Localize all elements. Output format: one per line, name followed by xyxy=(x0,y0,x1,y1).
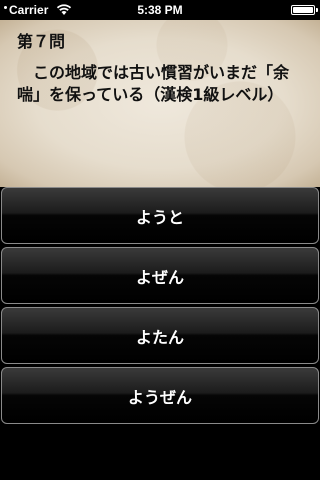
question-panel: 第７問 この地域では古い慣習がいまだ「余喘」を保っている（漢検1級レベル） xyxy=(0,20,320,187)
status-time: 5:38 PM xyxy=(137,3,183,17)
status-bar: Carrier 5:38 PM xyxy=(0,0,320,20)
battery-fill xyxy=(293,7,313,13)
answer-button-2[interactable]: よぜん xyxy=(1,247,319,304)
question-number: 第７問 xyxy=(17,32,66,51)
answer-button-4[interactable]: ようぜん xyxy=(1,367,319,424)
question-text: この地域では古い慣習がいまだ「余喘」を保っている（漢検1級レベル） xyxy=(17,63,290,104)
quiz-screen: Carrier 5:38 PM 第７問 この地域では古い慣習がいまだ「余喘」を保… xyxy=(0,0,320,480)
answer-button-1[interactable]: ようと xyxy=(1,187,319,244)
answer-button-3[interactable]: よたん xyxy=(1,307,319,364)
battery-icon xyxy=(291,5,318,15)
